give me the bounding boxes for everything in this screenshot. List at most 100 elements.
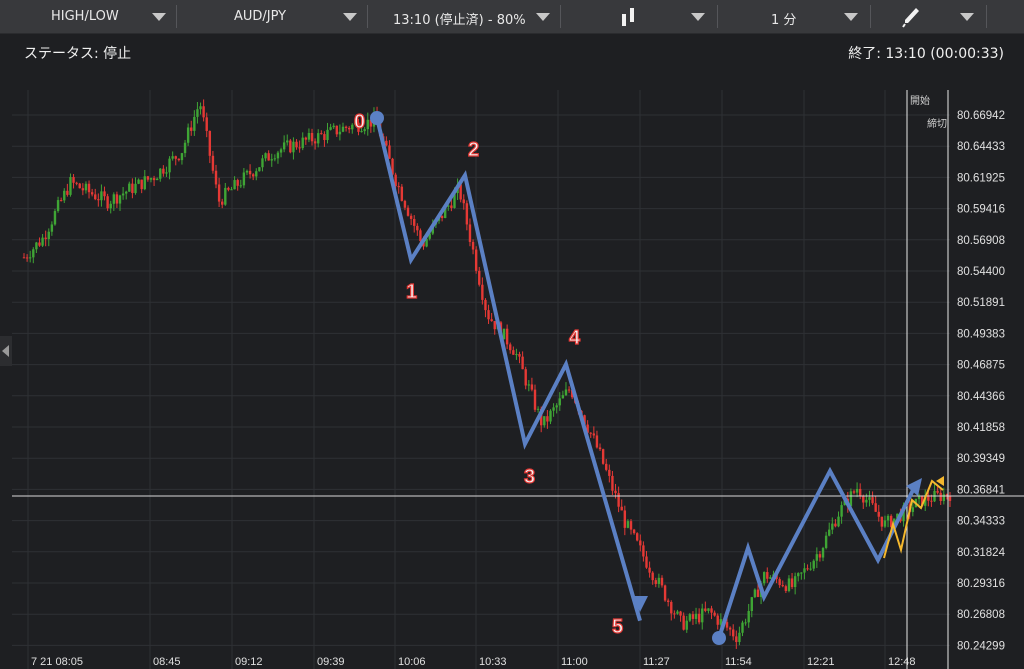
candle-body <box>505 328 509 345</box>
candle-body <box>533 389 537 410</box>
candle-body <box>509 344 512 351</box>
candle-body <box>211 155 215 171</box>
candle-body <box>106 196 109 209</box>
candle-body <box>862 496 865 503</box>
candle-body <box>78 183 81 189</box>
expiry-select[interactable]: 13:10 (停止済) - 80% <box>368 0 560 33</box>
candle-body <box>871 497 874 504</box>
candle-body <box>255 171 258 177</box>
chevron-down-icon <box>536 13 550 21</box>
candle-body <box>121 193 125 196</box>
candle-body <box>614 490 617 494</box>
candle-body <box>756 589 760 597</box>
candle-body <box>589 432 592 434</box>
candle-body <box>657 577 661 584</box>
candle-body <box>183 142 187 154</box>
candle-body <box>56 200 60 212</box>
candle-body <box>465 203 469 225</box>
candle-body <box>481 284 484 300</box>
candle-body <box>258 167 261 172</box>
candle-body <box>155 178 159 181</box>
candle-body <box>332 125 335 128</box>
candle-body <box>648 567 651 573</box>
interval-select[interactable]: 1 分 <box>718 0 870 33</box>
x-tick-label: 11:54 <box>725 656 752 668</box>
wave-label-3: 3 <box>524 466 535 488</box>
candle-body <box>94 194 97 200</box>
candle-body <box>25 257 29 259</box>
candle-body <box>728 627 732 630</box>
pair-label: AUD/JPY <box>234 9 287 24</box>
candle-body <box>227 187 230 190</box>
candle-body <box>697 613 701 623</box>
candle-body <box>877 511 880 517</box>
candle-body <box>450 205 453 208</box>
candle-body <box>109 203 112 209</box>
candle-body <box>44 237 47 240</box>
y-tick-label: 80.51891 <box>957 297 1005 309</box>
candle-body <box>118 195 122 204</box>
candle-body <box>515 354 518 356</box>
candle-body <box>84 183 88 191</box>
candle-body <box>307 132 311 140</box>
candle-body <box>143 176 146 190</box>
candle-body <box>688 614 692 621</box>
candle-body <box>858 488 862 497</box>
candle-body <box>165 172 168 174</box>
candle-body <box>806 568 809 570</box>
candle-body <box>530 384 534 390</box>
candle-body <box>815 554 819 561</box>
divider <box>986 5 987 28</box>
candle-body <box>750 597 753 611</box>
candle-body <box>809 568 812 570</box>
candle-body <box>834 523 837 527</box>
candle-body <box>660 577 664 586</box>
candle-body <box>366 119 369 130</box>
y-tick-label: 80.26808 <box>957 609 1005 621</box>
candle-body <box>766 572 769 579</box>
drawing-tool-select[interactable] <box>871 0 986 33</box>
candle-body <box>251 174 255 177</box>
candle-body <box>317 133 320 144</box>
candle-body <box>196 109 199 117</box>
candle-body <box>267 153 270 161</box>
wave-label-2: 2 <box>468 139 479 161</box>
chevron-down-icon <box>343 13 357 21</box>
candle-body <box>298 147 301 149</box>
candle-body <box>137 179 140 184</box>
candle-body <box>880 516 884 527</box>
status-bar: ステータス: 停止 終了: 13:10 (00:00:33) <box>0 34 1024 74</box>
candle-body <box>282 142 286 150</box>
price-chart[interactable]: 開始 締切 80.6694280.6443380.6192580.5941680… <box>0 74 1024 669</box>
chart-type-select[interactable] <box>561 0 717 33</box>
candle-body <box>190 127 193 131</box>
candle-body <box>159 168 162 179</box>
pair-select[interactable]: AUD/JPY <box>177 0 367 33</box>
candle-body <box>564 389 568 396</box>
candle-body <box>310 132 314 142</box>
candle-body <box>595 435 599 448</box>
candle-body <box>320 133 323 135</box>
candle-body <box>855 488 859 493</box>
candle-body <box>468 224 472 242</box>
candle-body <box>812 560 815 569</box>
candle-body <box>536 408 540 410</box>
projection-start-dot <box>712 631 726 645</box>
candle-body <box>279 149 283 153</box>
candle-body <box>518 354 521 357</box>
candle-body <box>22 257 26 259</box>
trade-type-select[interactable]: HIGH/LOW <box>0 0 176 33</box>
candle-body <box>103 191 106 197</box>
candle-body <box>471 241 475 250</box>
candle-body <box>840 505 843 517</box>
chevron-down-icon <box>844 13 858 21</box>
candlestick-series <box>22 99 952 649</box>
candle-body <box>59 200 63 202</box>
candle-body <box>781 585 784 587</box>
candle-body <box>35 242 38 250</box>
candle-body <box>645 556 648 568</box>
candle-body <box>797 573 800 577</box>
candle-body <box>704 608 707 611</box>
wave-label-5: 5 <box>612 616 623 638</box>
candle-body <box>605 463 608 470</box>
